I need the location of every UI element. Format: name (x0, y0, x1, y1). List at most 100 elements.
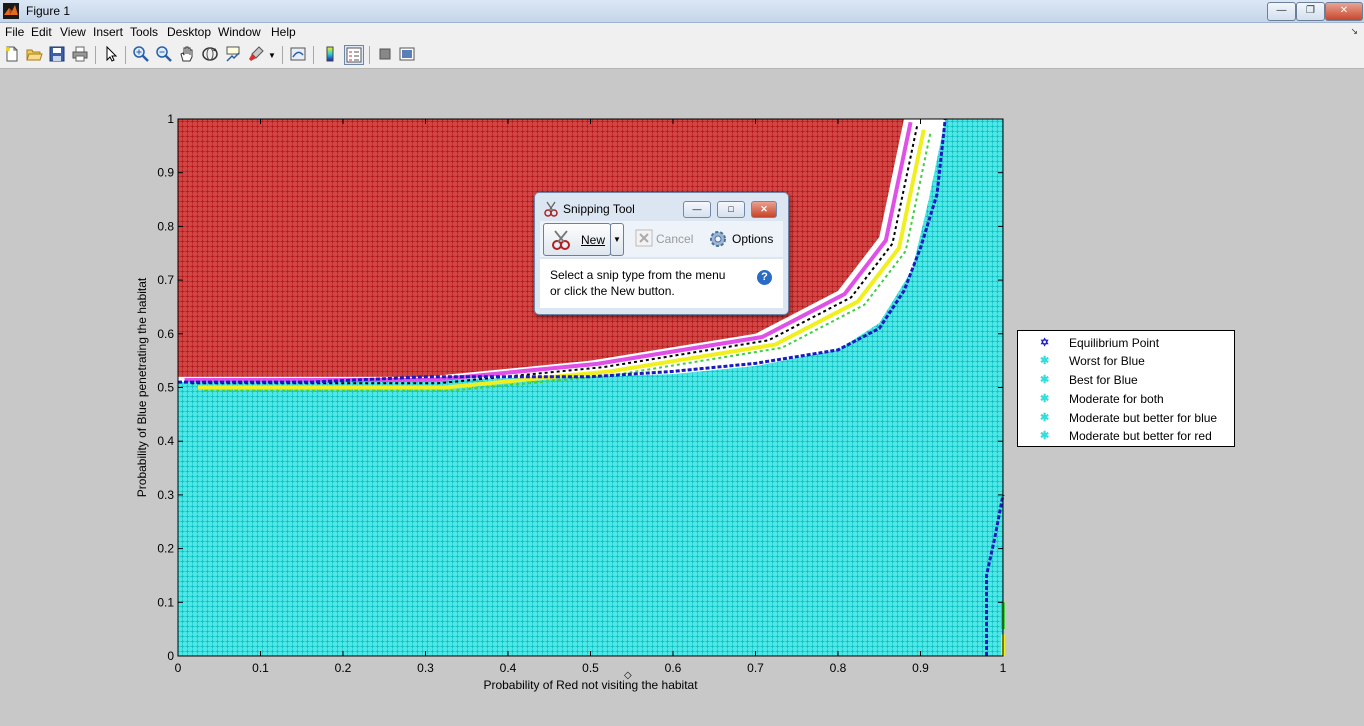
y-tick-label: 0.7 (157, 273, 174, 287)
new-snip-button[interactable]: New (543, 223, 611, 256)
menu-edit[interactable]: Edit (31, 25, 52, 39)
figure-toolbar: ▼ (0, 42, 1364, 69)
open-file-icon[interactable] (25, 45, 43, 63)
legend-label: Moderate for both (1069, 392, 1164, 406)
snipping-tool-toolbar: New ▼ Cancel Options (540, 221, 783, 257)
show-plot-tools-icon[interactable] (398, 45, 416, 63)
y-tick-label: 0.2 (157, 542, 174, 556)
asterisk-marker-icon: ✱ (1040, 430, 1050, 442)
legend-entry: ✱ Moderate but better for red (1018, 427, 1234, 445)
close-button[interactable]: ✕ (1325, 2, 1363, 21)
toolbar-separator (95, 46, 96, 64)
y-tick-label: 0.8 (157, 219, 174, 233)
zoom-out-icon[interactable] (155, 45, 173, 63)
new-figure-icon[interactable] (3, 45, 21, 63)
menu-help[interactable]: Help (271, 25, 296, 39)
snip-maximize-button[interactable]: □ (717, 201, 745, 218)
asterisk-marker-icon: ✱ (1040, 412, 1050, 424)
brush-dropdown-icon[interactable]: ▼ (268, 51, 276, 60)
asterisk-marker-icon: ✱ (1040, 393, 1050, 405)
menu-overflow-icon[interactable]: ↘ (1350, 26, 1358, 37)
y-tick-label: 0.3 (157, 488, 174, 502)
toolbar-separator (369, 46, 370, 64)
x-tick-label: 1 (1000, 661, 1007, 675)
gear-icon[interactable] (708, 229, 728, 249)
minimize-icon: — (692, 204, 702, 214)
legend-entry: ✱ Worst for Blue (1018, 352, 1234, 370)
chevron-down-icon: ▼ (613, 235, 621, 244)
menu-file[interactable]: File (5, 25, 24, 39)
zoom-in-icon[interactable] (132, 45, 150, 63)
colorbar-icon[interactable] (321, 45, 339, 63)
new-snip-label: New (581, 233, 606, 247)
legend-label: Equilibrium Point (1069, 336, 1160, 350)
asterisk-marker-icon: ✱ (1040, 374, 1050, 386)
chart-legend[interactable]: ✡ Equilibrium Point ✱ Worst for Blue ✱ B… (1017, 330, 1235, 447)
y-tick-label: 0.1 (157, 595, 174, 609)
x-tick-label: 0.5 (582, 661, 599, 675)
legend-icon[interactable] (344, 45, 364, 65)
legend-entry: ✱ Best for Blue (1018, 371, 1234, 389)
x-tick-label: 0.9 (912, 661, 929, 675)
legend-entry: ✱ Moderate for both (1018, 390, 1234, 408)
menu-view[interactable]: View (60, 25, 86, 39)
cancel-button[interactable]: Cancel (656, 232, 693, 246)
x-tick-label: 0.3 (417, 661, 434, 675)
toolbar-separator (282, 46, 283, 64)
y-tick-label: 0.9 (157, 166, 174, 180)
legend-label: Moderate but better for blue (1069, 411, 1218, 425)
pan-icon[interactable] (178, 45, 196, 63)
edit-plot-icon[interactable] (102, 45, 120, 63)
minimize-icon: — (1276, 5, 1287, 16)
minimize-button[interactable]: — (1267, 2, 1296, 21)
y-tick-label: 0 (167, 649, 174, 663)
x-axis-label: Probability of Red not visiting the habi… (483, 678, 698, 692)
maximize-icon: □ (728, 204, 734, 214)
y-tick-label: 1 (167, 112, 174, 126)
hide-plot-tools-icon[interactable] (376, 45, 394, 63)
cancel-icon[interactable] (635, 229, 653, 247)
restore-icon: ❐ (1306, 5, 1315, 16)
menu-insert[interactable]: Insert (93, 25, 123, 39)
asterisk-marker-icon: ✱ (1040, 355, 1050, 367)
instruction-text: or click the New button. (550, 284, 675, 298)
x-tick-label: 0 (175, 661, 182, 675)
link-plot-icon[interactable] (289, 45, 307, 63)
data-cursor-icon[interactable] (224, 45, 242, 63)
x-tick-label: 0.7 (747, 661, 764, 675)
snip-minimize-button[interactable]: — (683, 201, 711, 218)
window-title-bar[interactable]: Figure 1 — ❐ ✕ (0, 0, 1364, 23)
rotate-3d-icon[interactable] (201, 45, 219, 63)
mouse-cursor-icon: ◇ (624, 670, 632, 681)
save-icon[interactable] (48, 45, 66, 63)
snipping-tool-message-area: Select a snip type from the menu or clic… (540, 259, 783, 308)
y-tick-label: 0.4 (157, 434, 174, 448)
x-tick-label: 0.6 (665, 661, 682, 675)
menu-desktop[interactable]: Desktop (167, 25, 211, 39)
close-icon: ✕ (760, 204, 768, 214)
hexagram-marker-icon: ✡ (1040, 337, 1050, 349)
legend-label: Moderate but better for red (1069, 429, 1212, 443)
toolbar-separator (313, 46, 314, 64)
options-button[interactable]: Options (732, 232, 773, 246)
menu-tools[interactable]: Tools (130, 25, 158, 39)
snip-close-button[interactable]: ✕ (751, 201, 777, 218)
legend-label: Worst for Blue (1069, 354, 1145, 368)
instruction-text: Select a snip type from the menu (550, 268, 726, 282)
snip-mode-dropdown[interactable]: ▼ (610, 223, 624, 256)
snipping-tool-window[interactable]: Snipping Tool — □ ✕ New ▼ Cancel Options… (534, 192, 789, 315)
window-title: Figure 1 (26, 4, 71, 18)
legend-label: Best for Blue (1069, 373, 1138, 387)
menu-window[interactable]: Window (218, 25, 261, 39)
y-tick-label: 0.6 (157, 327, 174, 341)
x-tick-label: 0.1 (252, 661, 269, 675)
x-tick-label: 0.8 (830, 661, 847, 675)
print-icon[interactable] (71, 45, 89, 63)
scissors-icon (544, 201, 558, 217)
maximize-button[interactable]: ❐ (1296, 2, 1325, 21)
close-icon: ✕ (1339, 5, 1349, 16)
brush-icon[interactable] (247, 45, 265, 63)
snipping-tool-title: Snipping Tool (563, 202, 635, 216)
toolbar-separator (125, 46, 126, 64)
help-icon[interactable]: ? (757, 270, 772, 285)
